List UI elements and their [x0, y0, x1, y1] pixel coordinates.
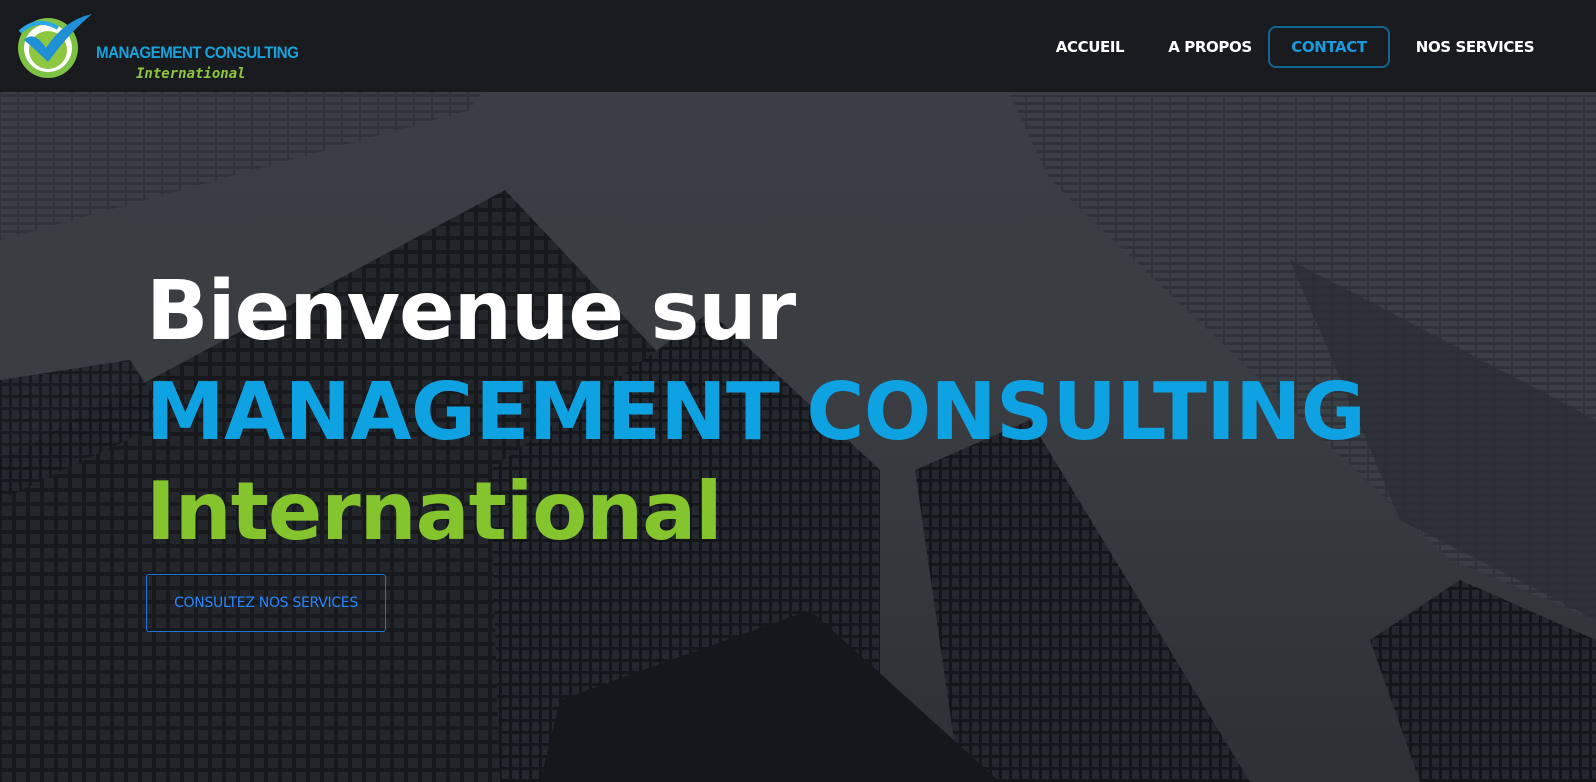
top-navigation-bar: MANAGEMENT CONSULTING International ACCU…: [0, 0, 1596, 92]
main-navigation: ACCUEIL A PROPOS CONTACT NOS SERVICES: [996, 0, 1596, 92]
nav-link-accueil[interactable]: ACCUEIL: [1048, 26, 1132, 68]
checkmark-globe-icon: [18, 14, 92, 78]
hero-company-suffix: International: [146, 465, 723, 558]
hero-company-name: MANAGEMENT CONSULTING: [146, 366, 1366, 458]
services-cta-button[interactable]: CONSULTEZ NOS SERVICES: [146, 574, 386, 632]
hero-section: Bienvenue sur MANAGEMENT CONSULTING Inte…: [146, 262, 1366, 562]
nav-link-contact[interactable]: CONTACT: [1268, 26, 1390, 68]
brand-tagline: International: [136, 66, 246, 82]
brand-name: MANAGEMENT CONSULTING: [96, 44, 299, 62]
hero-greeting: Bienvenue sur: [146, 264, 796, 359]
nav-link-a-propos[interactable]: A PROPOS: [1160, 26, 1260, 68]
brand-logo[interactable]: MANAGEMENT CONSULTING International: [14, 10, 299, 82]
nav-link-nos-services[interactable]: NOS SERVICES: [1410, 26, 1540, 68]
